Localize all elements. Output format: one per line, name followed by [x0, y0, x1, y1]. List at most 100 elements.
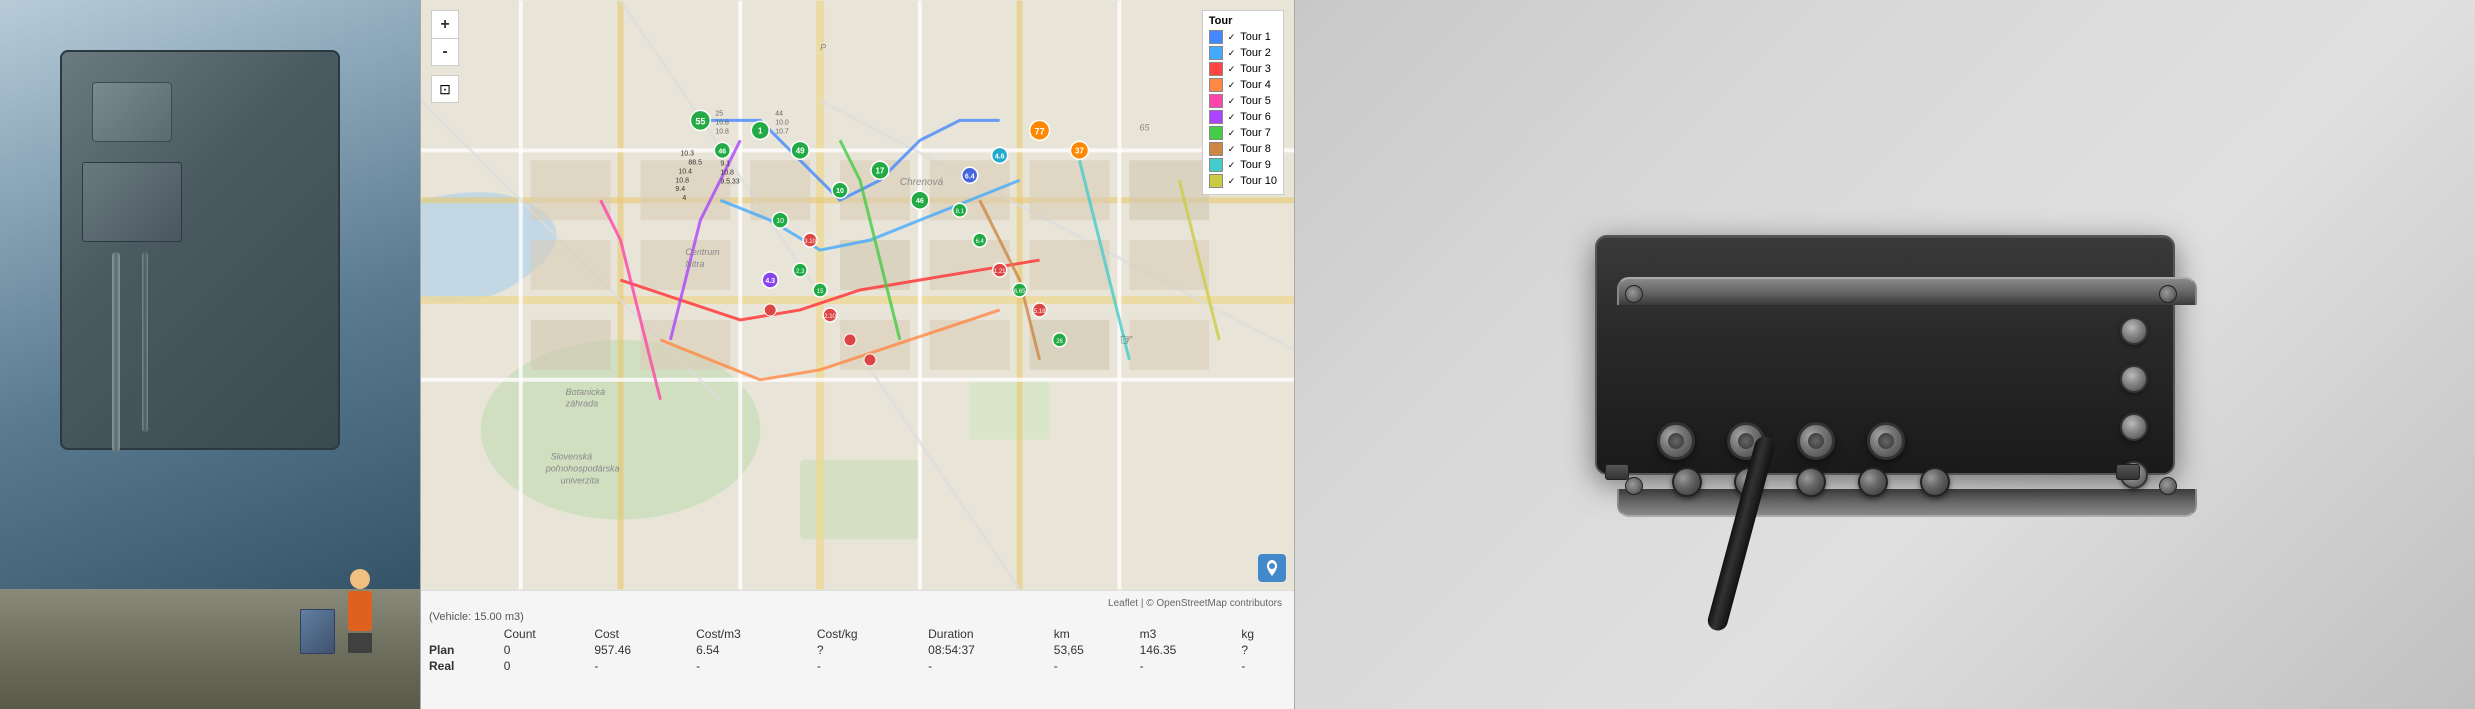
connector-4 — [1867, 422, 1905, 460]
legend-item-tour8[interactable]: ✓ Tour 8 — [1209, 142, 1277, 156]
col-header-cost: Cost — [594, 626, 696, 642]
col-header-label — [429, 626, 504, 642]
side-connector-1 — [2120, 317, 2148, 345]
screw-top-right — [2159, 285, 2177, 303]
legend-color-tour10 — [1209, 174, 1223, 188]
legend-item-tour3[interactable]: ✓ Tour 3 — [1209, 62, 1277, 76]
svg-text:Slovenská: Slovenská — [551, 452, 592, 462]
legend-item-tour9[interactable]: ✓ Tour 9 — [1209, 158, 1277, 172]
device-cable — [1706, 434, 1777, 632]
legend-label-tour8: Tour 8 — [1240, 143, 1271, 155]
attribution-text: Leaflet | © OpenStreetMap contributors — [1108, 598, 1282, 609]
legend-item-tour4[interactable]: ✓ Tour 4 — [1209, 78, 1277, 92]
connector-small-5 — [1920, 467, 1950, 497]
col-header-kg: kg — [1241, 626, 1286, 642]
map-zoom-controls[interactable]: + - — [431, 10, 459, 66]
svg-text:9.4: 9.4 — [675, 186, 685, 193]
screw-top-left — [1625, 285, 1643, 303]
legend-check-tour5: ✓ — [1228, 96, 1236, 107]
map-area[interactable]: 55 1 49 10 17 46 77 37 25 10.8 10.8 44 — [421, 0, 1294, 590]
map-svg: 55 1 49 10 17 46 77 37 25 10.8 10.8 44 — [421, 0, 1294, 590]
real-cost-m3: - — [696, 658, 817, 674]
connector-small-4 — [1858, 467, 1888, 497]
svg-text:25: 25 — [715, 110, 723, 117]
legend-label-tour6: Tour 6 — [1240, 111, 1271, 123]
svg-text:46: 46 — [718, 148, 726, 155]
svg-text:77: 77 — [1035, 126, 1045, 136]
vehicle-label: (Vehicle: 15.00 m3) — [429, 611, 1286, 623]
real-count: 0 — [504, 658, 595, 674]
trash-bin — [300, 609, 335, 654]
legend-check-tour1: ✓ — [1228, 32, 1236, 43]
svg-text:37: 37 — [1075, 146, 1084, 155]
svg-text:2.3: 2.3 — [796, 269, 805, 275]
legend-check-tour2: ✓ — [1228, 48, 1236, 59]
svg-text:4.3: 4.3 — [765, 278, 775, 285]
svg-text:9.1: 9.1 — [720, 160, 730, 167]
legend-color-tour6 — [1209, 110, 1223, 124]
legend-check-tour4: ✓ — [1228, 80, 1236, 91]
col-header-cost-m3: Cost/m3 — [696, 626, 817, 642]
plan-cost-m3: 6.54 — [696, 642, 817, 658]
legend-color-tour9 — [1209, 158, 1223, 172]
svg-text:10.4: 10.4 — [678, 168, 692, 175]
svg-text:46: 46 — [916, 198, 924, 205]
legend-check-tour6: ✓ — [1228, 112, 1236, 123]
legend-check-tour9: ✓ — [1228, 160, 1236, 171]
truck-machinery — [60, 50, 340, 450]
device-main-body — [1595, 235, 2175, 475]
svg-text:10.3: 10.3 — [680, 150, 694, 157]
legend-color-tour3 — [1209, 62, 1223, 76]
device-photo-panel — [1295, 0, 2475, 709]
foot-bottom-left — [1605, 464, 1629, 480]
zoom-out-button[interactable]: - — [431, 38, 459, 66]
svg-text:10.7: 10.7 — [775, 128, 789, 135]
legend-label-tour7: Tour 7 — [1240, 127, 1271, 139]
svg-text:6.65: 6.65 — [1014, 289, 1026, 295]
truck-photo-bg — [0, 0, 420, 709]
legend-item-tour6[interactable]: ✓ Tour 6 — [1209, 110, 1277, 124]
map-extra-controls[interactable]: ⊡ — [431, 75, 459, 103]
legend-item-tour1[interactable]: ✓ Tour 1 — [1209, 30, 1277, 44]
legend-item-tour5[interactable]: ✓ Tour 5 — [1209, 94, 1277, 108]
svg-text:15: 15 — [817, 289, 824, 295]
zoom-in-button[interactable]: + — [431, 10, 459, 38]
svg-text:Nitra: Nitra — [685, 259, 704, 269]
legend-label-tour9: Tour 9 — [1240, 159, 1271, 171]
worker-figure — [340, 569, 380, 649]
svg-text:10: 10 — [836, 188, 844, 195]
legend-color-tour5 — [1209, 94, 1223, 108]
legend-title: Tour — [1209, 15, 1277, 27]
legend-label-tour10: Tour 10 — [1240, 175, 1277, 187]
svg-text:88.5: 88.5 — [688, 159, 702, 166]
fullscreen-button[interactable]: ⊡ — [431, 75, 459, 103]
table-row-plan: Plan 0 957.46 6.54 ? 08:54:37 53,65 146.… — [429, 642, 1286, 658]
svg-text:10.8: 10.8 — [715, 128, 729, 135]
connector-1 — [1657, 422, 1695, 460]
legend-item-tour2[interactable]: ✓ Tour 2 — [1209, 46, 1277, 60]
legend-label-tour1: Tour 1 — [1240, 31, 1271, 43]
plan-km: 53,65 — [1054, 642, 1140, 658]
svg-text:záhrada: záhrada — [565, 399, 598, 409]
plan-cost-kg: ? — [817, 642, 928, 658]
svg-text:3.10: 3.10 — [804, 239, 816, 245]
svg-text:49: 49 — [796, 146, 805, 155]
svg-text:Centrum: Centrum — [685, 247, 720, 257]
connector-3 — [1797, 422, 1835, 460]
legend-color-tour7 — [1209, 126, 1223, 140]
route-stats-table: Count Cost Cost/m3 Cost/kg Duration km m… — [429, 626, 1286, 674]
col-header-km: km — [1054, 626, 1140, 642]
svg-text:44: 44 — [775, 110, 783, 117]
svg-text:26: 26 — [1056, 339, 1063, 345]
legend-color-tour4 — [1209, 78, 1223, 92]
plan-cost: 957.46 — [594, 642, 696, 658]
real-label: Real — [429, 658, 504, 674]
foot-bottom-right — [2116, 464, 2140, 480]
svg-text:17: 17 — [876, 166, 885, 175]
legend-item-tour10[interactable]: ✓ Tour 10 — [1209, 174, 1277, 188]
legend-item-tour7[interactable]: ✓ Tour 7 — [1209, 126, 1277, 140]
connectors-row-bottom — [1672, 467, 1950, 497]
svg-text:8.1: 8.1 — [956, 209, 965, 215]
legend-color-tour2 — [1209, 46, 1223, 60]
svg-text:6.4: 6.4 — [965, 173, 975, 180]
